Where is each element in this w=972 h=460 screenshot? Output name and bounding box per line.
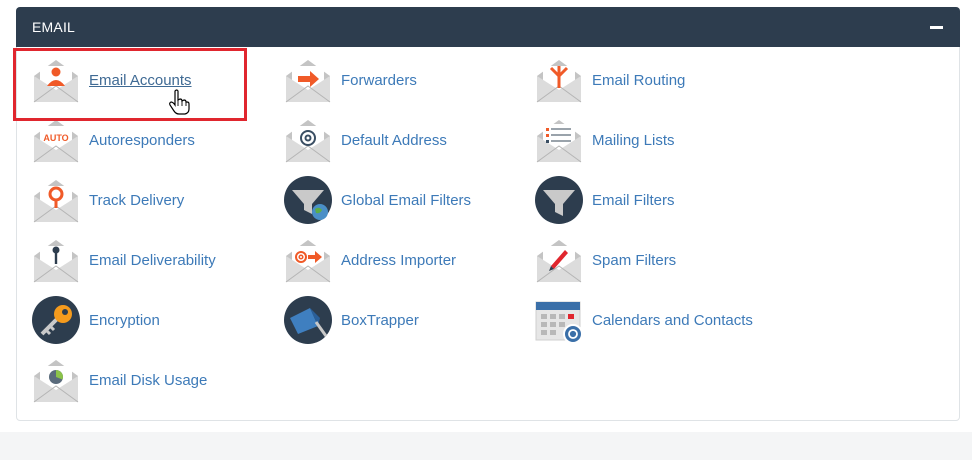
global-email-filters-label: Global Email Filters (341, 191, 472, 209)
key-icon (32, 296, 80, 344)
hand-cursor-icon (169, 89, 190, 115)
spam-filters-link[interactable]: Spam Filters (535, 234, 676, 286)
funnel-icon (535, 176, 583, 224)
default-address-link[interactable]: Default Address (284, 114, 447, 166)
address-importer-label: Address Importer (341, 251, 457, 269)
track-delivery-label: Track Delivery (89, 191, 185, 209)
boxtrapper-icon (284, 296, 332, 344)
boxtrapper-label: BoxTrapper (341, 311, 419, 329)
calendars-and-contacts-label: Calendars and Contacts (592, 311, 753, 329)
envelope-pin-icon (33, 180, 79, 223)
default-address-label: Default Address (341, 131, 447, 149)
envelope-pie-icon (33, 360, 79, 403)
spam-filters-label: Spam Filters (592, 251, 677, 269)
envelope-arrow-icon (285, 60, 331, 103)
email-routing-label: Email Routing (592, 71, 686, 89)
email-deliverability-link[interactable]: Email Deliverability (32, 234, 216, 286)
mailing-lists-label: Mailing Lists (592, 131, 675, 149)
panel-header: EMAIL (16, 7, 960, 47)
track-delivery-link[interactable]: Track Delivery (32, 174, 184, 226)
address-importer-link[interactable]: Address Importer (284, 234, 456, 286)
envelope-auto-icon: AUTO (33, 120, 79, 163)
mailing-lists-link[interactable]: Mailing Lists (535, 114, 675, 166)
collapse-icon[interactable] (930, 21, 944, 35)
funnel-globe-icon (284, 176, 332, 224)
encryption-link[interactable]: Encryption (32, 294, 160, 346)
email-filters-label: Email Filters (592, 191, 675, 209)
boxtrapper-link[interactable]: BoxTrapper (284, 294, 419, 346)
panel-title: EMAIL (32, 19, 76, 35)
envelope-pen-icon (536, 240, 582, 283)
auto-badge-text: AUTO (43, 133, 68, 143)
envelope-list-icon (536, 120, 582, 163)
envelope-key-icon (33, 240, 79, 283)
highlight-box (13, 48, 247, 121)
email-routing-link[interactable]: Email Routing (535, 54, 685, 106)
email-disk-usage-link[interactable]: Email Disk Usage (32, 354, 207, 406)
email-deliverability-label: Email Deliverability (89, 251, 216, 269)
encryption-label: Encryption (89, 311, 160, 329)
global-email-filters-link[interactable]: Global Email Filters (284, 174, 471, 226)
autoresponders-label: Autoresponders (89, 131, 195, 149)
forwarders-link[interactable]: Forwarders (284, 54, 417, 106)
envelope-routing-icon (536, 60, 582, 103)
envelope-at-arrow-icon (285, 240, 331, 283)
envelope-at-icon (285, 120, 331, 163)
email-filters-link[interactable]: Email Filters (535, 174, 675, 226)
calendars-and-contacts-link[interactable]: Calendars and Contacts (535, 294, 753, 346)
autoresponders-link[interactable]: AUTO Autoresponders (32, 114, 195, 166)
email-disk-usage-label: Email Disk Usage (89, 371, 208, 389)
forwarders-label: Forwarders (341, 71, 417, 89)
calendar-at-icon (535, 301, 583, 344)
